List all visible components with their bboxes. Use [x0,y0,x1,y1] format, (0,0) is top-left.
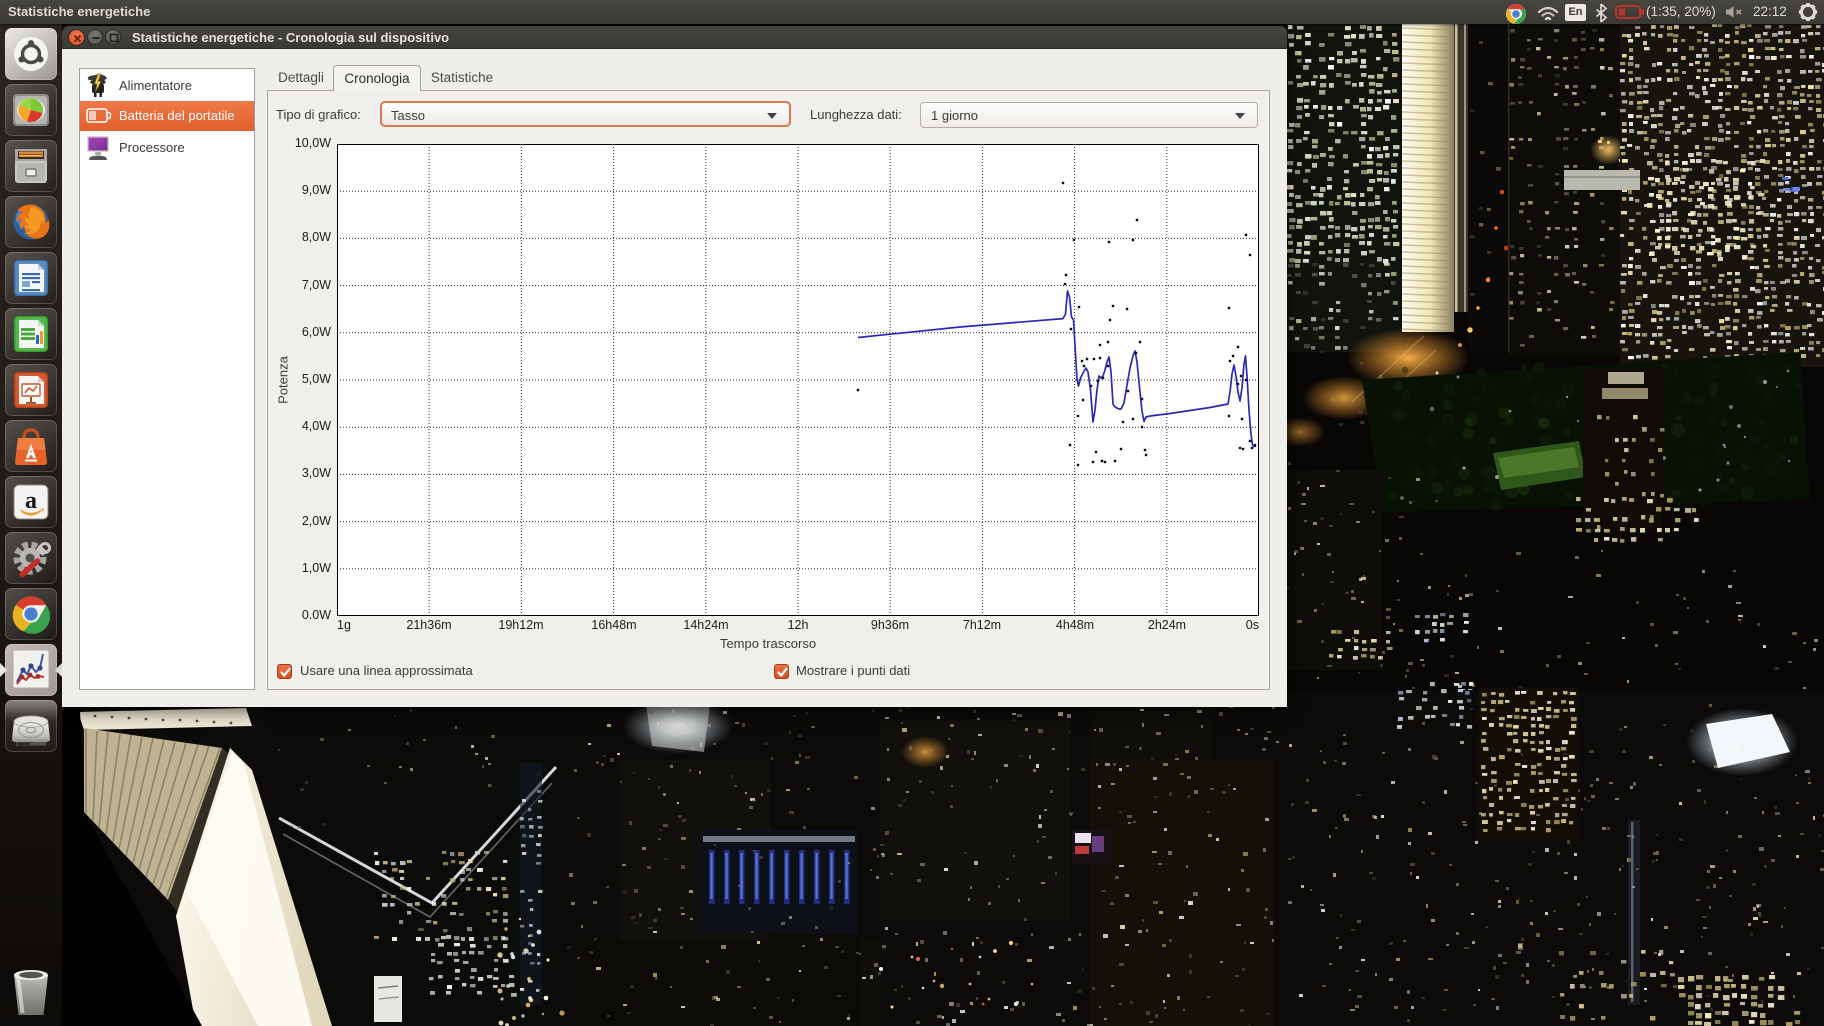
svg-text:a: a [25,488,37,514]
